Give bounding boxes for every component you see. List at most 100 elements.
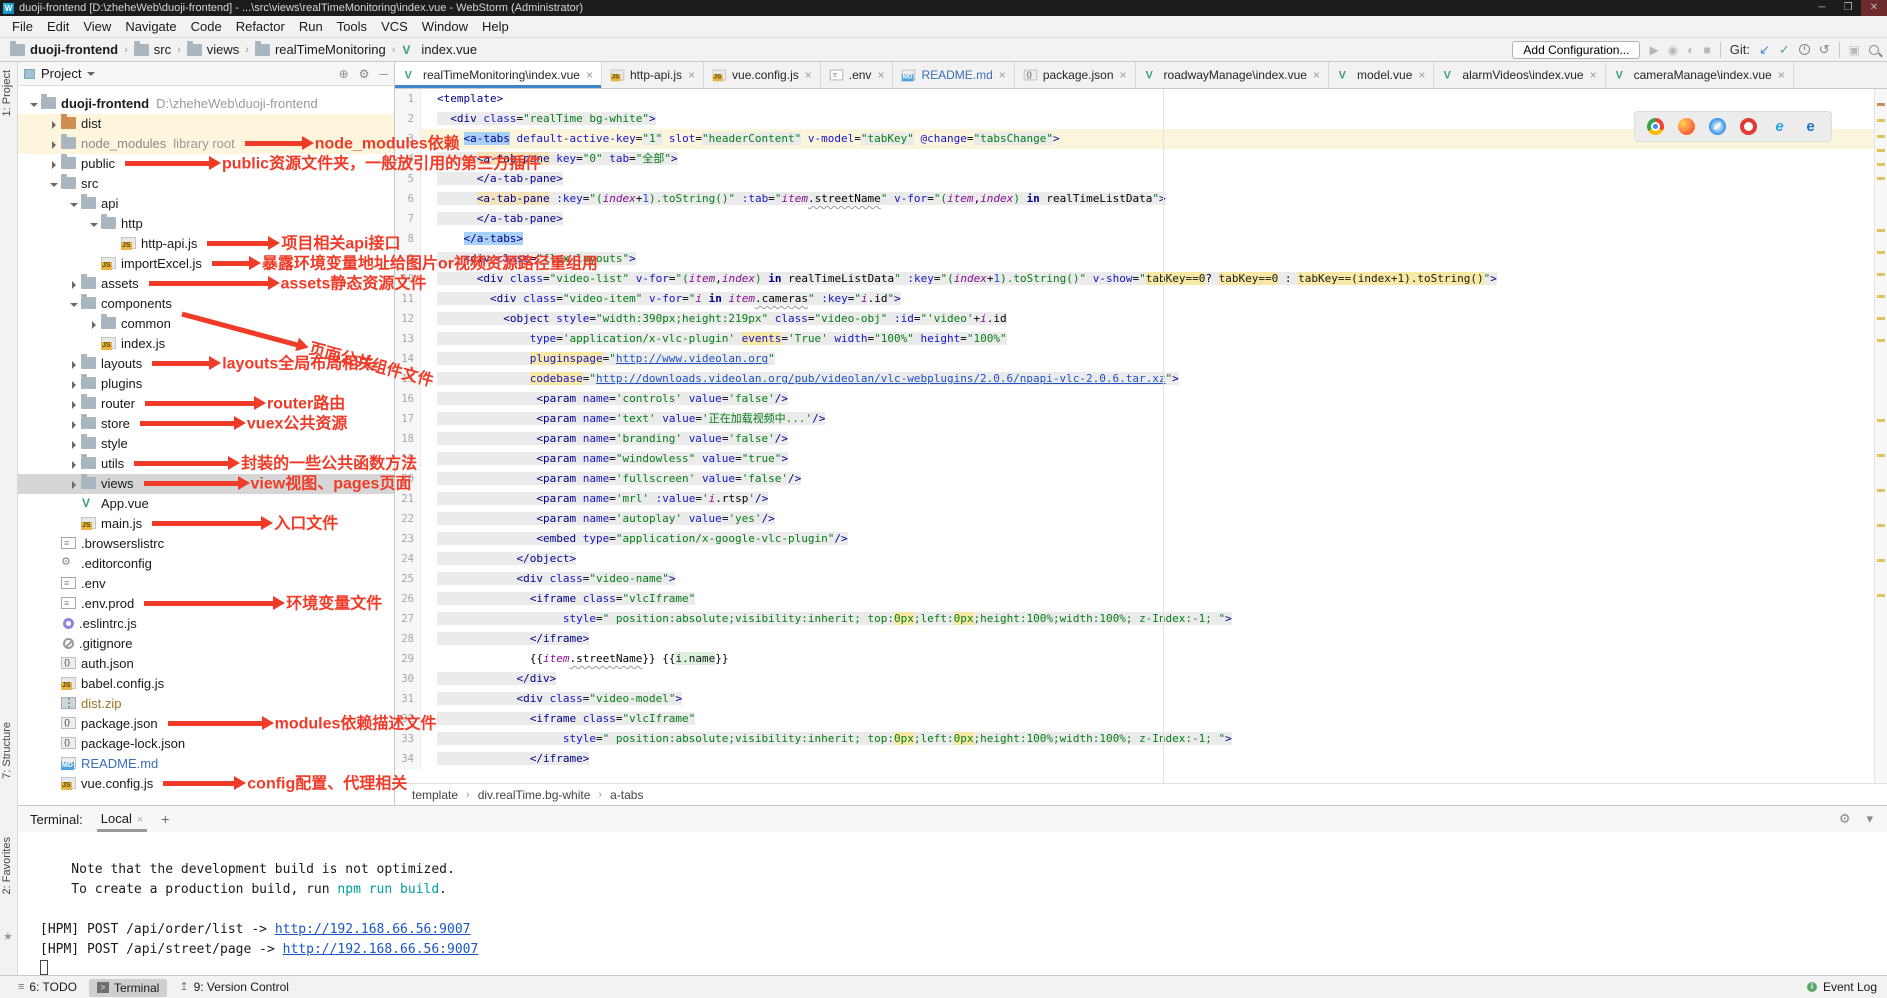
menu-item-help[interactable]: Help — [475, 16, 516, 37]
menu-item-vcs[interactable]: VCS — [374, 16, 415, 37]
project-panel-title[interactable]: Project — [41, 66, 81, 81]
editor-tab-cameraManage\index.vue[interactable]: cameraManage\index.vue× — [1606, 62, 1794, 88]
chevron-collapsed-icon[interactable] — [48, 138, 61, 151]
breadcrumb-item-src[interactable]: src — [132, 42, 173, 57]
code-line-18[interactable]: 18 <param name='branding' value='false'/… — [395, 429, 1887, 449]
tree-item-store[interactable]: storevuex公共资源 — [18, 414, 394, 434]
menu-item-window[interactable]: Window — [415, 16, 475, 37]
terminal-settings-gear-icon[interactable]: ⚙ — [1839, 811, 1851, 827]
menu-item-navigate[interactable]: Navigate — [118, 16, 183, 37]
close-tab-icon[interactable]: × — [1313, 68, 1320, 82]
code-line-15[interactable]: 15 codebase="http://downloads.videolan.o… — [395, 369, 1887, 389]
chevron-expanded-icon[interactable] — [68, 198, 81, 211]
tree-item-App.vue[interactable]: App.vue — [18, 494, 394, 514]
chevron-collapsed-icon[interactable] — [68, 478, 81, 491]
run-icon[interactable]: ▶ — [1649, 43, 1658, 57]
chevron-collapsed-icon[interactable] — [68, 458, 81, 471]
chevron-down-icon[interactable] — [87, 72, 95, 76]
code-line-13[interactable]: 13 type='application/x-vlc-plugin' event… — [395, 329, 1887, 349]
code-line-11[interactable]: 11 <div class="video-item" v-for="i in i… — [395, 289, 1887, 309]
code-line-21[interactable]: 21 <param name='mrl' :value='i.rtsp'/> — [395, 489, 1887, 509]
code-line-19[interactable]: 19 <param name="windowless" value="true"… — [395, 449, 1887, 469]
code-line-6[interactable]: 6 <a-tab-pane :key="(index+1).toString()… — [395, 189, 1887, 209]
editor-tab-model.vue[interactable]: model.vue× — [1329, 62, 1434, 88]
toolwindow-favorites-button[interactable]: 2: Favorites — [1, 837, 13, 894]
code-line-16[interactable]: 16 <param name='controls' value='false'/… — [395, 389, 1887, 409]
terminal-link[interactable]: http://192.168.66.56:9007 — [283, 942, 479, 957]
editor-scrollbar[interactable] — [1874, 89, 1887, 783]
debug-icon[interactable]: ◉ — [1668, 43, 1678, 57]
tree-item-.env.prod[interactable]: .env.prod环境变量文件 — [18, 594, 394, 614]
edge-browser-icon[interactable]: e — [1802, 118, 1819, 135]
run-anything-icon[interactable]: ▣ — [1849, 43, 1860, 57]
tree-item-duoji-frontend[interactable]: duoji-frontendD:\zheheWeb\duoji-frontend — [18, 94, 394, 114]
tree-item-router[interactable]: routerrouter路由 — [18, 394, 394, 414]
code-line-33[interactable]: 33 style=" position:absolute;visibility:… — [395, 729, 1887, 749]
tree-item-importExcel.js[interactable]: importExcel.js暴露环境变量地址给图片or视频资源路径重组用 — [18, 254, 394, 274]
close-tab-icon[interactable]: × — [688, 68, 695, 82]
chrome-browser-icon[interactable] — [1647, 118, 1664, 135]
code-line-14[interactable]: 14 pluginspage="http://www.videolan.org" — [395, 349, 1887, 369]
chevron-expanded-icon[interactable] — [88, 218, 101, 231]
code-line-30[interactable]: 30 </div> — [395, 669, 1887, 689]
tree-item-package.json[interactable]: package.jsonmodules依赖描述文件 — [18, 714, 394, 734]
menu-item-code[interactable]: Code — [184, 16, 229, 37]
chevron-collapsed-icon[interactable] — [68, 398, 81, 411]
tree-item-layouts[interactable]: layoutslayouts全局布局相关 — [18, 354, 394, 374]
event-log-button[interactable]: i Event Log — [1807, 980, 1877, 994]
code-line-32[interactable]: 32 <iframe class="vlcIframe" — [395, 709, 1887, 729]
toolwindow-structure-button[interactable]: 7: Structure — [1, 722, 13, 779]
close-tab-icon[interactable]: × — [1418, 68, 1425, 82]
tree-item-http[interactable]: http — [18, 214, 394, 234]
close-tab-icon[interactable]: × — [1120, 68, 1127, 82]
chevron-expanded-icon[interactable] — [48, 178, 61, 191]
code-line-12[interactable]: 12 <object style="width:390px;height:219… — [395, 309, 1887, 329]
status-item-6: TODO[interactable]: ≡6: TODO — [10, 978, 85, 996]
git-history-icon[interactable] — [1799, 44, 1810, 55]
close-button[interactable]: ✕ — [1861, 0, 1887, 16]
terminal-cursor[interactable] — [40, 960, 48, 975]
favorites-star-icon[interactable]: ★ — [3, 930, 13, 943]
tree-item-api[interactable]: api — [18, 194, 394, 214]
editor-breadcrumb-div.realTime.bg-white[interactable]: div.realTime.bg-white — [475, 788, 594, 802]
tree-item-http-api.js[interactable]: http-api.js项目相关api接口 — [18, 234, 394, 254]
stop-icon[interactable]: ■ — [1703, 43, 1710, 57]
tree-item-main.js[interactable]: main.js入口文件 — [18, 514, 394, 534]
tree-item-public[interactable]: publicpublic资源文件夹，一般放引用的第三方插件 — [18, 154, 394, 174]
code-line-7[interactable]: 7 </a-tab-pane> — [395, 209, 1887, 229]
code-line-26[interactable]: 26 <iframe class="vlcIframe" — [395, 589, 1887, 609]
git-rollback-icon[interactable]: ↺ — [1819, 42, 1830, 58]
tree-item-.gitignore[interactable]: .gitignore — [18, 634, 394, 654]
tree-item-.editorconfig[interactable]: .editorconfig — [18, 554, 394, 574]
menu-item-run[interactable]: Run — [292, 16, 330, 37]
close-tab-icon[interactable]: × — [1778, 68, 1785, 82]
tree-item-vue.config.js[interactable]: vue.config.jsconfig配置、代理相关 — [18, 774, 394, 794]
git-update-icon[interactable]: ↙ — [1759, 42, 1770, 58]
code-line-10[interactable]: 10 <div class="video-list" v-for="(item,… — [395, 269, 1887, 289]
chevron-collapsed-icon[interactable] — [48, 158, 61, 171]
tree-item-node_modules[interactable]: node_moduleslibrary rootnode_modules依赖 — [18, 134, 394, 154]
code-line-1[interactable]: 1<template> — [395, 89, 1887, 109]
code-line-29[interactable]: 29 {{item.streetName}} {{i.name}} — [395, 649, 1887, 669]
maximize-button[interactable]: ❐ — [1835, 0, 1861, 16]
toolwindow-project-button[interactable]: 1: Project — [1, 70, 13, 116]
tree-item-components[interactable]: components页面公共组件文件 — [18, 294, 394, 314]
chevron-collapsed-icon[interactable] — [68, 438, 81, 451]
code-line-34[interactable]: 34 </iframe> — [395, 749, 1887, 769]
editor-tab-.env[interactable]: .env× — [821, 62, 894, 88]
close-icon[interactable]: × — [137, 814, 143, 826]
tree-item-README.md[interactable]: README.md — [18, 754, 394, 774]
code-line-23[interactable]: 23 <embed type="application/x-google-vlc… — [395, 529, 1887, 549]
chevron-collapsed-icon[interactable] — [68, 358, 81, 371]
hide-terminal-icon[interactable]: ▾ — [1866, 811, 1873, 827]
code-line-31[interactable]: 31 <div class="video-model"> — [395, 689, 1887, 709]
breadcrumb-item-duoji-frontend[interactable]: duoji-frontend — [8, 42, 120, 57]
ie-browser-icon[interactable]: e — [1771, 118, 1788, 135]
code-editor[interactable]: 1<template>2 <div class="realTime bg-whi… — [395, 89, 1887, 783]
code-line-9[interactable]: 9 <div class="flex-layouts"> — [395, 249, 1887, 269]
tree-item-dist.zip[interactable]: dist.zip — [18, 694, 394, 714]
editor-breadcrumb-a-tabs[interactable]: a-tabs — [607, 788, 646, 802]
add-configuration-button[interactable]: Add Configuration... — [1512, 41, 1640, 59]
status-item-9: Version Control[interactable]: ↥9: Version Control — [171, 978, 297, 996]
opera-browser-icon[interactable] — [1740, 118, 1757, 135]
